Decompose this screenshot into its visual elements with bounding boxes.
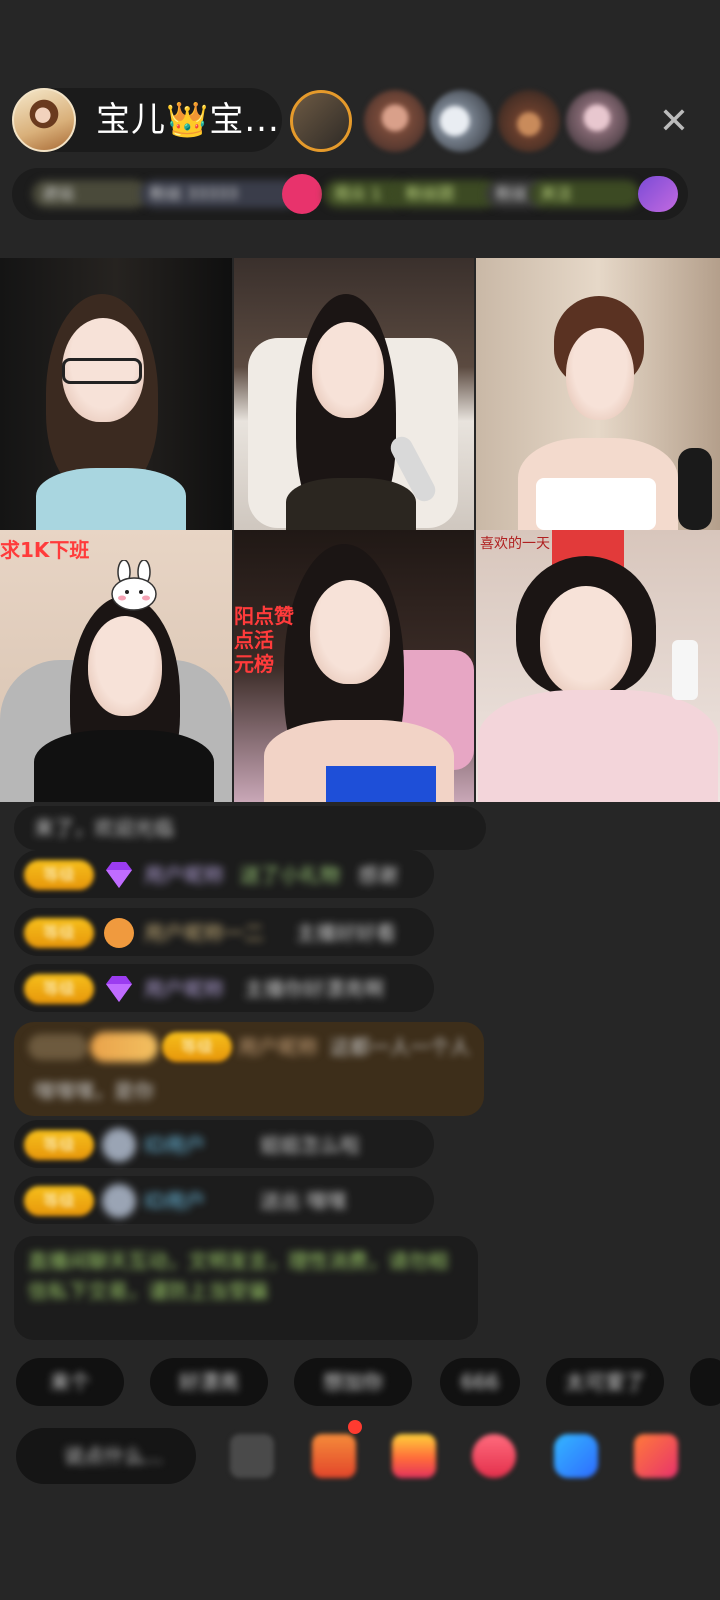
- video-tile-5[interactable]: 阳点赞 点活 元榜: [234, 530, 474, 802]
- comment-input[interactable]: 说点什么...: [16, 1428, 196, 1484]
- video-tile-6[interactable]: 喜欢的一天: [476, 530, 720, 802]
- chat-message[interactable]: 等级 ID用户 送出 嘿嘿: [14, 1176, 434, 1224]
- top-viewer-avatar-5[interactable]: [566, 90, 628, 152]
- rank-tag[interactable]: 进站: [32, 180, 148, 208]
- video-tile-4[interactable]: 求1K下班: [0, 530, 232, 802]
- chat-username[interactable]: ID用户: [144, 1132, 205, 1158]
- chat-bubble-icon[interactable]: [554, 1434, 598, 1478]
- system-notice-text: 直播间聊天互动，文明发言，理性消费，请勿相信私下交易，谨防上当受骗: [28, 1249, 448, 1303]
- chat-username[interactable]: ID用户: [144, 1188, 205, 1214]
- follow-tag[interactable]: 关注: [530, 180, 640, 208]
- expression-icon[interactable]: [230, 1434, 274, 1478]
- glasses-icon: [62, 358, 142, 384]
- game-icon[interactable]: [472, 1434, 516, 1478]
- chat-text: 送了小礼物: [240, 863, 340, 887]
- quick-reply-2[interactable]: 好漂亮: [150, 1358, 268, 1406]
- microphone-icon: [678, 448, 712, 530]
- fan-group-tag[interactable]: 粉丝团: [396, 180, 498, 208]
- chat-text: 送出 嘿嘿: [260, 1189, 347, 1213]
- quick-reply-3[interactable]: 想加你: [294, 1358, 412, 1406]
- chat-username[interactable]: 用户昵称一二: [144, 920, 264, 946]
- fans-tag[interactable]: 粉丝 33333: [140, 180, 300, 208]
- chat-username[interactable]: 用户昵称: [144, 976, 224, 1002]
- treasure-icon[interactable]: [392, 1434, 436, 1478]
- chat-message[interactable]: 等级 ID用户 姐姐怎么啦: [14, 1120, 434, 1168]
- top-viewer-avatar-4[interactable]: [498, 90, 560, 152]
- gift-box-icon[interactable]: [312, 1434, 356, 1478]
- host-info-pill[interactable]: 宝儿👑宝...: [12, 88, 282, 152]
- level-badge: 等级: [24, 918, 94, 948]
- quick-reply-6[interactable]: [690, 1358, 720, 1406]
- quick-reply-5[interactable]: 太可爱了: [546, 1358, 664, 1406]
- user-avatar-icon: [102, 1184, 136, 1218]
- chat-username[interactable]: 用户昵称: [238, 1034, 318, 1060]
- entry-text: 来了，欢迎光临: [34, 816, 174, 840]
- hot-badge-icon[interactable]: [282, 174, 322, 214]
- chat-text: 这都一人一个人: [330, 1035, 470, 1059]
- blue-top: [326, 766, 436, 802]
- level-badge: 等级: [162, 1032, 232, 1062]
- host-avatar[interactable]: [12, 88, 76, 152]
- chat-username[interactable]: 用户昵称: [144, 862, 224, 888]
- level-badge: 等级: [24, 1130, 94, 1160]
- tile-4-label: 求1K下班: [0, 538, 90, 562]
- top-viewer-avatar-1[interactable]: [290, 90, 352, 152]
- level-badge: 等级: [24, 860, 94, 890]
- bunny-sticker-icon: [111, 560, 157, 611]
- chat-message[interactable]: 等级 用户昵称 主播你好漂亮啊: [14, 964, 434, 1012]
- system-notice: 直播间聊天互动，文明发言，理性消费，请勿相信私下交易，谨防上当受骗: [14, 1236, 478, 1340]
- top-viewer-avatar-3[interactable]: [430, 90, 492, 152]
- chat-entry-notice: 来了，欢迎光临: [14, 806, 486, 850]
- video-tile-1[interactable]: [0, 258, 232, 530]
- chat-text: 主播你好漂亮啊: [244, 977, 384, 1001]
- close-icon[interactable]: ✕: [652, 100, 696, 144]
- notification-dot: [348, 1420, 362, 1434]
- host-name: 宝儿👑宝...: [96, 100, 280, 140]
- tile-5-label: 阳点赞 点活 元榜: [234, 604, 294, 676]
- user-avatar-icon: [102, 1128, 136, 1162]
- chat-message[interactable]: 等级 用户昵称 送了小礼物 感谢: [14, 850, 434, 898]
- level-badge: 等级: [24, 974, 94, 1004]
- chat-message-highlight[interactable]: 等级 用户昵称 这都一人一个人 嘿嘿嘿，是你: [14, 1022, 484, 1116]
- diamond-gem-icon: [106, 976, 132, 1002]
- chat-message[interactable]: 等级 用户昵称一二 主播好好看: [14, 908, 434, 956]
- fan-badge-icon: [104, 918, 134, 948]
- level-badge: 等级: [24, 1186, 94, 1216]
- chat-text: 姐姐怎么啦: [260, 1133, 360, 1157]
- quick-reply-1[interactable]: 来个: [16, 1358, 124, 1406]
- quick-reply-4[interactable]: 666: [440, 1358, 520, 1406]
- tile-6-label: 喜欢的一天: [480, 536, 550, 552]
- top-viewer-avatar-2[interactable]: [364, 90, 426, 152]
- chat-text: 主播好好看: [296, 921, 396, 945]
- video-tile-3[interactable]: [476, 258, 720, 530]
- gift-entry-icon[interactable]: [638, 176, 678, 212]
- room-tag-row: 进站 粉丝 33333 观众 1 粉丝团 粉丝 关注: [12, 168, 688, 220]
- diamond-gem-icon: [106, 862, 132, 888]
- more-icon[interactable]: [634, 1434, 678, 1478]
- video-tile-2[interactable]: [234, 258, 474, 530]
- multi-host-video-grid: 求1K下班 阳点赞 点活 元榜 喜欢的一天: [0, 258, 720, 802]
- chat-extra: 感谢: [358, 863, 398, 887]
